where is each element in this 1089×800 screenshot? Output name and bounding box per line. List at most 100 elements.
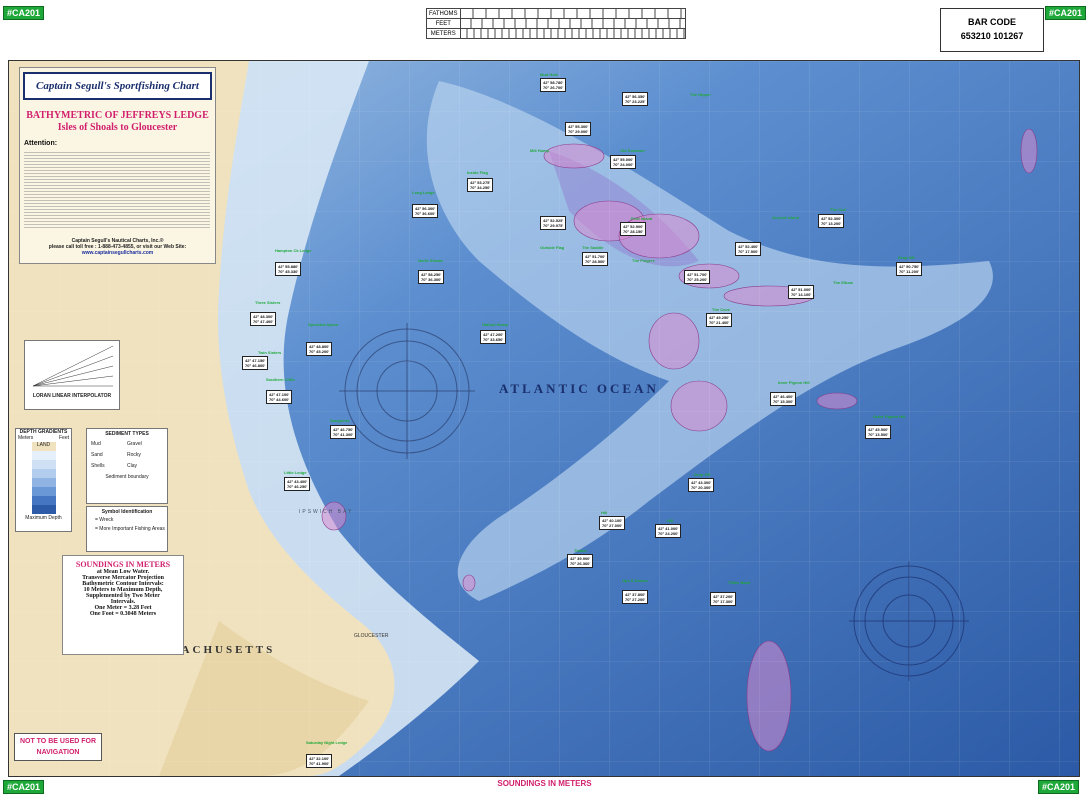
chart-logo: Captain Segull's Sportfishing Chart (23, 72, 212, 100)
site-coords[interactable]: 42° 48.800' 70° 45.200' (306, 342, 333, 356)
site-coords[interactable]: 42° 58.780' 70° 26.700' (540, 78, 567, 92)
site-name: Southern Cliffs (266, 377, 295, 382)
sediment-title: SEDIMENT TYPES (105, 431, 149, 437)
site-name: Ups & Downs (622, 578, 648, 583)
site-coords[interactable]: 42° 49.250' 70° 21.400' (706, 313, 733, 327)
site-name: Drop Off (694, 472, 711, 477)
row-label: METERS (426, 28, 461, 39)
site-coords[interactable]: 42° 52.400' 70° 17.500' (735, 242, 762, 256)
symbol-legend: Symbol Identification = Wreck = More Imp… (86, 506, 168, 552)
site-coords[interactable]: 42° 51.700' 70° 25.200' (684, 270, 711, 284)
site-name: Hampton Ck Ledge (275, 248, 312, 253)
site-coords[interactable]: 42° 47.150' 70° 46.800' (242, 356, 269, 370)
barcode-box: BAR CODE 653210 101267 (940, 8, 1044, 52)
site-coords[interactable]: 42° 52.300' 70° 13.200' (818, 214, 845, 228)
footer-label: SOUNDINGS IN METERS (497, 779, 592, 788)
site-name: Twin Sisters (258, 350, 282, 355)
navigation-warning: NOT TO BE USED FOR NAVIGATION (14, 733, 102, 761)
site-name: The Saddle (582, 245, 604, 250)
site-coords[interactable]: 42° 53.275' 70° 34.250' (467, 178, 494, 192)
site-coords[interactable]: 42° 43.400' 70° 46.250' (284, 477, 311, 491)
site-coords[interactable]: 42° 56.300' 70° 36.600' (412, 204, 439, 218)
depth-footer: Maximum Depth (25, 515, 62, 521)
site-coords[interactable]: 42° 37.200' 70° 17.300' (710, 592, 737, 606)
site-coords[interactable]: 42° 46.750' 70° 41.300' (330, 425, 357, 439)
ocean-label: ATLANTIC OCEAN (499, 381, 659, 396)
interpolator-title: LORAN LINEAR INTERPOLATOR (32, 393, 112, 399)
site-name: Old Scantum (620, 148, 645, 153)
site-coords[interactable]: 42° 48.300' 70° 47.400' (250, 312, 277, 326)
site-name: The Fingers (632, 258, 655, 263)
chart-id-tag: #CA201 (1045, 6, 1087, 20)
loran-interpolator: LORAN LINEAR INTERPOLATOR (24, 340, 120, 410)
site-name: Drop Off (898, 255, 915, 260)
site-name: Tinkler (574, 548, 588, 553)
site-coords[interactable]: 42° 58.250' 70° 36.300' (418, 270, 445, 284)
chart-id-tag: #CA201 (3, 6, 45, 20)
sediment-shells: Shells (91, 463, 105, 469)
site-coords[interactable]: 42° 55.880' 70° 45.330' (275, 262, 302, 276)
conversion-scale: FATHOMS FEET METERS (426, 8, 686, 39)
site-coords[interactable]: 42° 45.500' 70° 13.500' (865, 425, 892, 439)
website-link[interactable]: www.captainsegullcharts.com (20, 250, 215, 256)
site-name: Speckled Apron (308, 322, 339, 327)
depth-units: Meters Feet (16, 435, 71, 441)
barcode-title: BAR CODE (967, 17, 1016, 27)
site-coords[interactable]: 42° 47.200' 70° 33.650' (480, 330, 507, 344)
site-coords[interactable]: 42° 52.900' 70° 28.150' (620, 222, 647, 236)
site-coords[interactable]: 42° 51.000' 70° 14.100' (788, 285, 815, 299)
town-label: GLOUCESTER (354, 633, 389, 639)
fathoms-row: FATHOMS (426, 8, 686, 19)
site-name: Inner Pigeon Hill (778, 380, 810, 385)
site-name: Little Ledge (284, 470, 307, 475)
wreck-symbol: = Wreck (95, 517, 114, 523)
soundings-title: SOUNDINGS IN METERS (75, 560, 171, 569)
site-name: The Nipper (690, 92, 711, 97)
disclaimer-text (24, 150, 210, 228)
meters-scale (459, 28, 686, 39)
site-coords[interactable]: 42° 37.800' 70° 27.200' (622, 590, 649, 604)
fishing-area-symbol: = More Important Fishing Areas (95, 526, 165, 532)
site-coords[interactable]: 42° 50.750' 70° 11.200' (896, 262, 923, 276)
feet-row: FEET (426, 18, 686, 29)
site-name: Mill Hump (530, 148, 550, 153)
site-name: Long Ledge (412, 190, 435, 195)
sediment-sand: Sand (91, 452, 103, 458)
site-name: Halibut Hump (482, 322, 508, 327)
meters-label: Meters (18, 435, 34, 441)
site-coords[interactable]: 42° 52.525' 70° 29.975' (540, 216, 567, 230)
site-name: Three Sisters (255, 300, 281, 305)
site-name: First Island (631, 216, 653, 221)
site-name: Inside Flag (467, 170, 488, 175)
site-name: The Curl (830, 207, 847, 212)
soundings-info: SOUNDINGS IN METERS at Mean Low Water. T… (62, 555, 184, 655)
chart-title-panel: Captain Segull's Sportfishing Chart BATH… (19, 67, 216, 264)
depth-gradient-legend: DEPTH GRADIENTS Meters Feet LAND Maximum … (15, 428, 72, 532)
sediment-rocky: Rocky (127, 452, 141, 458)
fathoms-scale (459, 8, 686, 19)
site-coords[interactable]: 42° 47.100' 70° 44.600' (266, 390, 293, 404)
site-coords[interactable]: 42° 40.100' 70° 27.000' (599, 516, 626, 530)
site-coords[interactable]: 42° 32.100' 70° 41.900' (306, 754, 333, 768)
site-coords[interactable]: 42° 43.300' 70° 20.300' (688, 478, 715, 492)
site-name: Mud Hole (540, 72, 558, 77)
row-label: FEET (426, 18, 461, 29)
depth-swatches: LAND (31, 442, 56, 514)
site-coords[interactable]: 42° 46.400' 70° 15.300' (770, 392, 797, 406)
site-coords[interactable]: 42° 56.350' 70° 23.225' (622, 92, 649, 106)
site-name: Sanguinet (330, 418, 350, 423)
site-coords[interactable]: 42° 41.000' 70° 24.200' (655, 524, 682, 538)
site-coords[interactable]: 42° 51.700' 70° 28.500' (582, 252, 609, 266)
interpolator-graphic (32, 345, 114, 387)
sediment-mud: Mud (91, 441, 101, 447)
site-name: Outside Flag (540, 245, 565, 250)
barcode-number: 653210 101267 (960, 31, 1024, 41)
land-swatch: LAND (31, 442, 56, 451)
site-coords[interactable]: 42° 39.900' 70° 26.360' (567, 554, 594, 568)
site-coords[interactable]: 42° 55.000' 70° 24.000' (610, 155, 637, 169)
site-name: Saturday Night Ledge (306, 740, 348, 745)
site-coords[interactable]: 42° 55.300' 70° 29.000' (565, 122, 592, 136)
site-name: North Shoals (418, 258, 443, 263)
site-name: Outer Pigeon Hill (873, 414, 906, 419)
row-label: FATHOMS (426, 8, 461, 19)
